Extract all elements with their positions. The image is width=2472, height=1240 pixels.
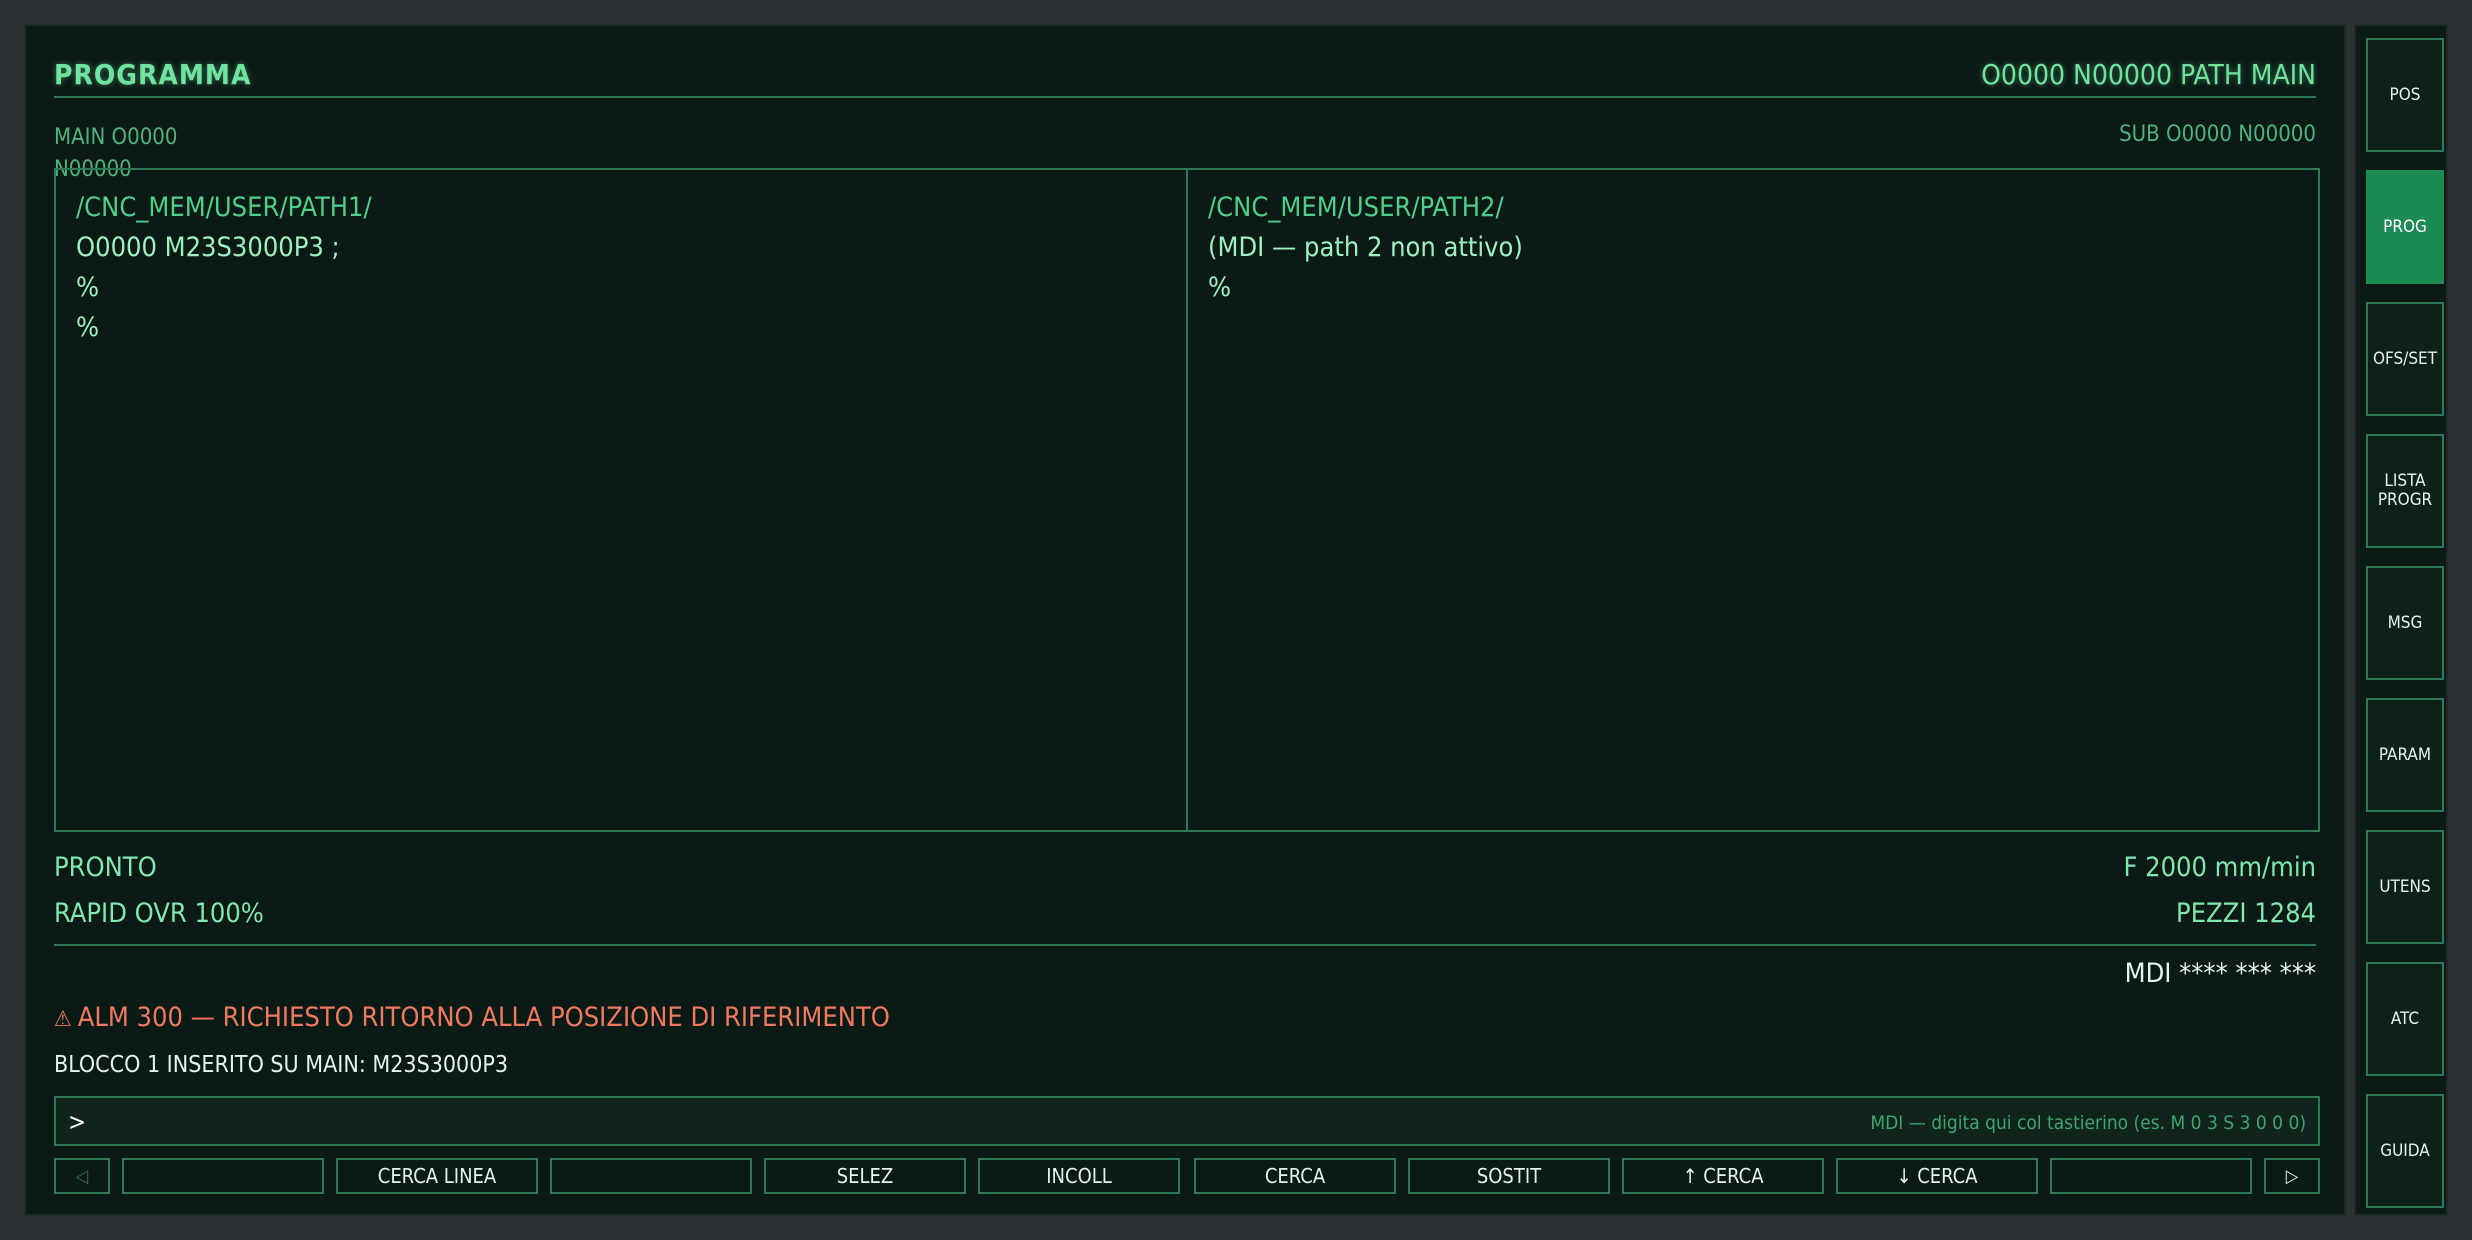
code-line[interactable]: % [1208, 268, 2298, 308]
right-arrow-icon: ▷ [2285, 1165, 2299, 1187]
status-parts-count: PEZZI 1284 [2176, 898, 2316, 929]
softkey-3[interactable] [550, 1158, 752, 1194]
softkey-cerca-linea[interactable]: CERCA LINEA [336, 1158, 538, 1194]
info-message: BLOCCO 1 INSERITO SU MAIN: M23S3000P3 [54, 1052, 509, 1078]
softkey-incoll[interactable]: INCOLL [978, 1158, 1180, 1194]
softkey-cerca[interactable]: CERCA [1194, 1158, 1396, 1194]
func-button-lista-progr[interactable]: LISTA PROGR [2366, 434, 2444, 548]
func-button-param[interactable]: PARAM [2366, 698, 2444, 812]
header: PROGRAMMA O0000 N00000 PATH MAIN [54, 54, 2316, 98]
status-state: PRONTO [54, 852, 157, 883]
func-button-utens[interactable]: UTENS [2366, 830, 2444, 944]
editor-pane-path2[interactable]: /CNC_MEM/USER/PATH2/ (MDI — path 2 non a… [1188, 170, 2318, 830]
pane-path: /CNC_MEM/USER/PATH1/ [76, 192, 372, 223]
softkey-cerca-up[interactable]: ↑ CERCA [1622, 1158, 1824, 1194]
function-key-panel: POS PROG OFS/SET LISTA PROGR MSG PARAM U… [2354, 24, 2448, 1216]
code-line[interactable]: O0000 M23S3000P3 ; [76, 228, 1166, 268]
input-placeholder: MDI — digita qui col tastierino (es. M 0… [1870, 1112, 2306, 1134]
func-button-guida[interactable]: GUIDA [2366, 1094, 2444, 1208]
alarm-message: ⚠ ALM 300 — RICHIESTO RITORNO ALLA POSIZI… [54, 1002, 890, 1033]
mode-indicator: MDI **** *** *** [2124, 958, 2316, 989]
code-line[interactable]: (MDI — path 2 non attivo) [1208, 228, 2298, 268]
mdi-input[interactable]: > MDI — digita qui col tastierino (es. M… [54, 1096, 2320, 1146]
softkey-sostit[interactable]: SOSTIT [1408, 1158, 1610, 1194]
left-arrow-icon: ◁ [75, 1165, 89, 1187]
func-button-pos[interactable]: POS [2366, 38, 2444, 152]
softkey-prev-button[interactable]: ◁ [54, 1158, 110, 1194]
func-button-prog[interactable]: PROG [2366, 170, 2444, 284]
status-feed: F 2000 mm/min [2123, 852, 2316, 883]
code-line[interactable]: % [76, 308, 1166, 348]
editor-pane-path1[interactable]: /CNC_MEM/USER/PATH1/ O0000 M23S3000P3 ; … [56, 170, 1188, 830]
func-button-ofs-set[interactable]: OFS/SET [2366, 302, 2444, 416]
func-button-msg[interactable]: MSG [2366, 566, 2444, 680]
softkey-10[interactable] [2050, 1158, 2252, 1194]
cnc-screen: PROGRAMMA O0000 N00000 PATH MAIN MAIN O0… [24, 24, 2346, 1216]
softkey-cerca-down[interactable]: ↓ CERCA [1836, 1158, 2038, 1194]
alarm-text: ALM 300 — RICHIESTO RITORNO ALLA POSIZIO… [77, 1002, 890, 1033]
pane-path: /CNC_MEM/USER/PATH2/ [1208, 192, 1504, 223]
softkey-bar: ◁ CERCA LINEA SELEZ INCOLL CERCA SOSTIT … [54, 1158, 2320, 1194]
code-line[interactable]: % [76, 268, 1166, 308]
page-title: PROGRAMMA [54, 58, 252, 91]
divider [54, 944, 2316, 946]
program-editor: /CNC_MEM/USER/PATH1/ O0000 M23S3000P3 ; … [54, 168, 2320, 832]
softkey-1[interactable] [122, 1158, 324, 1194]
program-info: O0000 N00000 PATH MAIN [1981, 58, 2316, 91]
sub-program-info: SUB O0000 N00000 [2119, 122, 2316, 147]
softkey-next-button[interactable]: ▷ [2264, 1158, 2320, 1194]
softkey-selez[interactable]: SELEZ [764, 1158, 966, 1194]
input-prompt: > [68, 1108, 87, 1136]
warning-icon: ⚠ [54, 1007, 72, 1032]
func-button-atc[interactable]: ATC [2366, 962, 2444, 1076]
status-rapid-override: RAPID OVR 100% [54, 898, 264, 929]
